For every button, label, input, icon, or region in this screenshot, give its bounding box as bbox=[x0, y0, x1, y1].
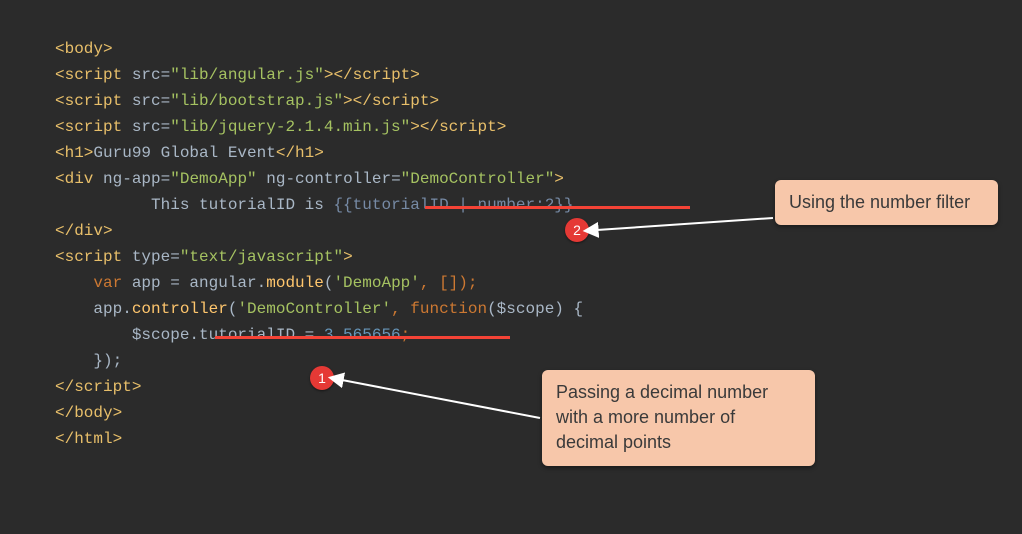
code-token: app. bbox=[55, 300, 132, 318]
code-token: {{tutorialID | number:2}} bbox=[333, 196, 573, 214]
code-token: ></ bbox=[324, 66, 353, 84]
underline-expression bbox=[425, 206, 690, 209]
code-token: "lib/angular.js" bbox=[170, 66, 324, 84]
code-token: 'DemoApp' bbox=[333, 274, 419, 292]
code-token: controller bbox=[132, 300, 228, 318]
code-token: </h1> bbox=[276, 144, 324, 162]
code-token: </ bbox=[55, 378, 74, 396]
code-line: <body> bbox=[55, 40, 113, 58]
code-token: </html> bbox=[55, 430, 122, 448]
code-token: > bbox=[343, 248, 353, 266]
code-token: </body> bbox=[55, 404, 122, 422]
code-token: script bbox=[372, 92, 430, 110]
code-token: "text/javascript" bbox=[180, 248, 343, 266]
badge-one: 1 bbox=[310, 366, 334, 390]
code-token: ></ bbox=[343, 92, 372, 110]
code-token: , bbox=[391, 300, 410, 318]
code-token: , []); bbox=[420, 274, 478, 292]
code-token: <script bbox=[55, 66, 132, 84]
code-token: > bbox=[554, 170, 564, 188]
callout-bottom: Passing a decimal number with a more num… bbox=[542, 370, 815, 466]
code-token: > bbox=[497, 118, 507, 136]
code-token: var bbox=[55, 274, 132, 292]
code-token: module bbox=[266, 274, 324, 292]
underline-assignment bbox=[215, 336, 510, 339]
code-token: app = angular. bbox=[132, 274, 266, 292]
code-token: > bbox=[410, 66, 420, 84]
code-block: <body> <script src="lib/angular.js"></sc… bbox=[0, 0, 1022, 462]
code-token: }); bbox=[55, 352, 122, 370]
code-token: 3.565656 bbox=[324, 326, 401, 344]
code-token: <h1> bbox=[55, 144, 93, 162]
code-token: ng-controller= bbox=[266, 170, 400, 188]
code-token: > bbox=[132, 378, 142, 396]
code-token: ng-app= bbox=[103, 170, 170, 188]
code-token: script bbox=[353, 66, 411, 84]
code-token: <div bbox=[55, 170, 103, 188]
code-token: "DemoController" bbox=[401, 170, 555, 188]
code-token: function bbox=[410, 300, 487, 318]
code-token: "lib/jquery-2.1.4.min.js" bbox=[170, 118, 410, 136]
code-token: ></ bbox=[410, 118, 439, 136]
code-token: ( bbox=[324, 274, 334, 292]
code-token: script bbox=[74, 378, 132, 396]
code-token: ($scope) { bbox=[487, 300, 583, 318]
callout-top: Using the number filter bbox=[775, 180, 998, 225]
code-token: </div> bbox=[55, 222, 113, 240]
code-token: $scope.tutorialID = bbox=[55, 326, 324, 344]
code-token: > bbox=[429, 92, 439, 110]
code-token: "lib/bootstrap.js" bbox=[170, 92, 343, 110]
code-token: <script bbox=[55, 248, 132, 266]
code-token: This tutorialID is bbox=[55, 196, 333, 214]
code-token: src= bbox=[132, 66, 170, 84]
code-token: src= bbox=[132, 118, 170, 136]
badge-two: 2 bbox=[565, 218, 589, 242]
code-token: type= bbox=[132, 248, 180, 266]
code-token: <script bbox=[55, 92, 132, 110]
code-token: script bbox=[439, 118, 497, 136]
code-token: ; bbox=[401, 326, 411, 344]
code-token: 'DemoController' bbox=[237, 300, 391, 318]
code-token: ( bbox=[228, 300, 238, 318]
code-token: <script bbox=[55, 118, 132, 136]
code-token: src= bbox=[132, 92, 170, 110]
code-token: Guru99 Global Event bbox=[93, 144, 275, 162]
code-token: "DemoApp" bbox=[170, 170, 266, 188]
